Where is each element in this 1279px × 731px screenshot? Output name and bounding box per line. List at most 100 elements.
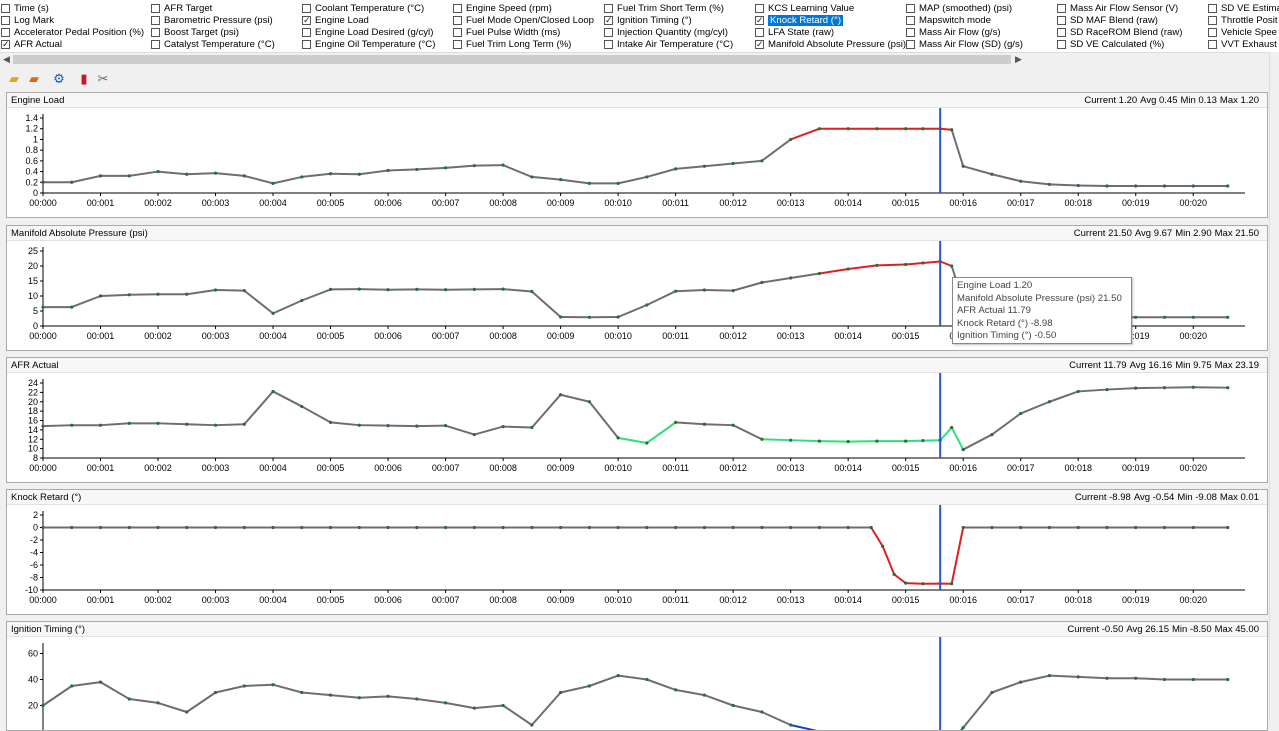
parameter-item[interactable]: Mass Air Flow (SD) (g/s) [906,39,1023,51]
parameter-checkbox[interactable] [151,40,160,49]
parameter-checkbox[interactable] [302,16,311,25]
parameter-item[interactable]: Throttle Posit [1208,15,1279,27]
parameter-item[interactable]: LFA State (raw) [755,27,906,39]
knock-retard-chart[interactable]: -10-8-6-4-20200:00000:00100:00200:00300:… [7,505,1267,615]
data-point [674,290,677,293]
parameter-item[interactable]: Boost Target (psi) [151,27,275,39]
scroll-right-arrow-icon[interactable]: ▶ [1015,54,1022,65]
parameter-item[interactable]: SD VE Estima [1208,3,1279,15]
knock-retard-chart-panel[interactable]: Knock Retard (°)Current -8.98Avg -0.54Mi… [6,489,1268,615]
data-point [329,421,332,424]
parameter-checkbox[interactable] [302,40,311,49]
parameter-checkbox[interactable] [453,16,462,25]
parameter-checkbox[interactable] [302,4,311,13]
engine-load-chart[interactable]: 00.20.40.60.811.21.400:00000:00100:00200… [7,108,1267,218]
parameter-item[interactable]: Mass Air Flow Sensor (V) [1057,3,1183,15]
afr-actual-chart[interactable]: 8101214161820222400:00000:00100:00200:00… [7,373,1267,483]
close-folder-icon[interactable]: ▰ [26,71,42,87]
series-segment [187,290,216,294]
parameter-item[interactable]: Engine Speed (rpm) [453,3,594,15]
parameter-item[interactable]: Ignition Timing (°) [604,15,733,27]
series-segment [733,706,762,713]
parameter-item[interactable]: Mapswitch mode [906,15,1023,27]
cut-scissors-icon[interactable]: ✂ [95,71,111,87]
parameter-item[interactable]: VVT Exhaust [1208,39,1279,51]
parameter-checkbox[interactable] [604,16,613,25]
parameter-checkbox[interactable] [1,16,10,25]
parameter-checkbox[interactable] [906,40,915,49]
parameter-checkbox[interactable] [1057,4,1066,13]
parameter-checkbox[interactable] [1208,4,1217,13]
parameter-label: AFR Actual [14,39,62,50]
parameter-checkbox[interactable] [604,4,613,13]
vertical-scrollbar[interactable] [1269,52,1279,721]
open-folder-icon[interactable]: ▰ [6,71,22,87]
parameter-label: Fuel Trim Long Term (%) [466,39,571,50]
parameter-item[interactable]: Injection Quantity (mg/cyl) [604,27,733,39]
ignition-timing-chart-panel[interactable]: Ignition Timing (°)Current -0.50Avg 26.1… [6,621,1268,731]
parameter-item[interactable]: Fuel Trim Short Term (%) [604,3,733,15]
parameter-checkbox[interactable] [755,28,764,37]
engine-load-chart-panel[interactable]: Engine LoadCurrent 1.20Avg 0.45Min 0.13M… [6,92,1268,218]
parameter-checkbox[interactable] [1,40,10,49]
delete-icon[interactable]: ▮ [76,71,92,87]
parameter-checkbox[interactable] [906,4,915,13]
parameter-item[interactable]: AFR Target [151,3,275,15]
parameter-item[interactable]: KCS Learning Value [755,3,906,15]
horizontal-scrollbar[interactable]: ◀ ▶ [0,52,1279,66]
parameter-checkbox[interactable] [906,28,915,37]
parameter-item[interactable]: Vehicle Spee [1208,27,1279,39]
parameter-checkbox[interactable] [755,40,764,49]
parameter-item[interactable]: Fuel Trim Long Term (%) [453,39,594,51]
parameter-item[interactable]: SD MAF Blend (raw) [1057,15,1183,27]
parameter-item[interactable]: Engine Load [302,15,435,27]
parameter-checkbox[interactable] [302,28,311,37]
scrollbar-thumb[interactable] [13,55,1011,64]
parameter-item[interactable]: Manifold Absolute Pressure (psi) [755,39,906,51]
scroll-left-arrow-icon[interactable]: ◀ [3,54,10,65]
parameter-checkbox[interactable] [453,40,462,49]
parameter-item[interactable]: Intake Air Temperature (°C) [604,39,733,51]
parameter-checkbox[interactable] [1208,16,1217,25]
settings-gear-icon[interactable]: ⚙ [51,71,67,87]
data-point [789,138,792,141]
afr-actual-chart-panel[interactable]: AFR ActualCurrent 11.79Avg 16.16Min 9.75… [6,357,1268,483]
parameter-checkbox[interactable] [604,28,613,37]
parameter-item[interactable]: Engine Oil Temperature (°C) [302,39,435,51]
parameter-checkbox[interactable] [151,4,160,13]
parameter-checkbox[interactable] [1057,40,1066,49]
ignition-timing-chart[interactable]: 204060 [7,637,1267,731]
parameter-checkbox[interactable] [453,4,462,13]
parameter-item[interactable]: Log Mark [1,15,144,27]
parameter-checkbox[interactable] [1208,40,1217,49]
series-segment [963,693,992,728]
parameter-item[interactable]: MAP (smoothed) (psi) [906,3,1023,15]
parameter-checkbox[interactable] [755,16,764,25]
parameter-checkbox[interactable] [604,40,613,49]
parameter-checkbox[interactable] [453,28,462,37]
parameter-checkbox[interactable] [1,28,10,37]
parameter-item[interactable]: SD VE Calculated (%) [1057,39,1183,51]
parameter-item[interactable]: Accelerator Pedal Position (%) [1,27,144,39]
parameter-checkbox[interactable] [1,4,10,13]
parameter-item[interactable]: Time (s) [1,3,144,15]
parameter-item[interactable]: Engine Load Desired (g/cyl) [302,27,435,39]
parameter-checkbox[interactable] [151,16,160,25]
parameter-item[interactable]: Fuel Mode Open/Closed Loop [453,15,594,27]
parameter-checkbox[interactable] [755,4,764,13]
parameter-item[interactable]: Fuel Pulse Width (ms) [453,27,594,39]
parameter-checkbox[interactable] [151,28,160,37]
parameter-item[interactable]: Mass Air Flow (g/s) [906,27,1023,39]
parameter-checkbox[interactable] [1208,28,1217,37]
parameter-item[interactable]: AFR Actual [1,39,144,51]
parameter-checkbox[interactable] [906,16,915,25]
parameter-item[interactable]: Knock Retard (°) [755,15,906,27]
data-point [185,710,188,713]
parameter-item[interactable]: Catalyst Temperature (°C) [151,39,275,51]
parameter-checkbox[interactable] [1057,28,1066,37]
parameter-checkbox[interactable] [1057,16,1066,25]
parameter-item[interactable]: Barometric Pressure (psi) [151,15,275,27]
parameter-item[interactable]: Coolant Temperature (°C) [302,3,435,15]
parameter-item[interactable]: SD RaceROM Blend (raw) [1057,27,1183,39]
stat-max: Max 1.20 [1220,95,1259,106]
